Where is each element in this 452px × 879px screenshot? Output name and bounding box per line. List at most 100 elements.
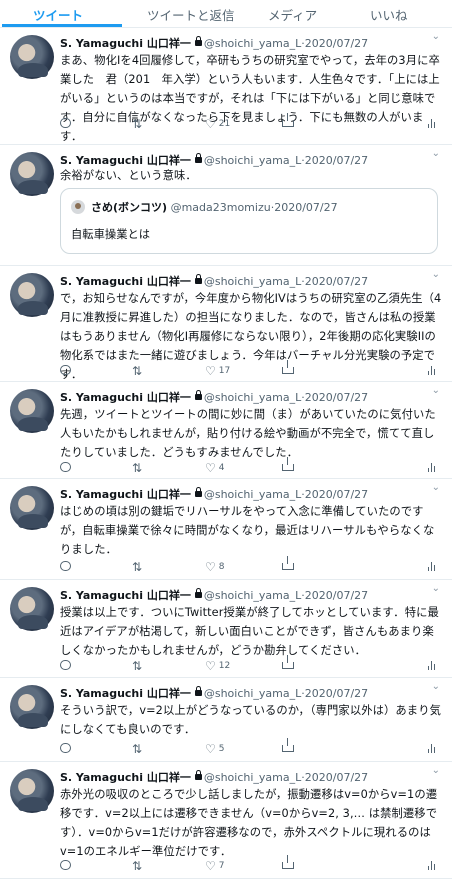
like-button[interactable]: ♡ 5: [205, 743, 225, 755]
analytics-bar: [433, 466, 435, 472]
tweet[interactable]: S. Yamaguchi 山口祥一 @shoichi_yama_L·2020/07…: [0, 478, 452, 580]
tweet[interactable]: S. Yamaguchi 山口祥一 @shoichi_yama_L·2020/07…: [0, 27, 452, 145]
tweet[interactable]: S. Yamaguchi 山口祥一 @shoichi_yama_L·2020/07…: [0, 677, 452, 762]
retweet-button[interactable]: ⇅: [132, 561, 145, 573]
reply-button[interactable]: [60, 462, 74, 472]
reply-button[interactable]: [60, 660, 74, 670]
avatar[interactable]: [10, 389, 54, 433]
chevron-down-icon[interactable]: ⌄: [432, 681, 440, 692]
tweet[interactable]: S. Yamaguchi 山口祥一 @shoichi_yama_L·2020/07…: [0, 381, 452, 479]
share-button[interactable]: [282, 855, 294, 869]
tweet-date[interactable]: 2020/07/27: [305, 275, 368, 288]
retweet-button[interactable]: ⇅: [132, 462, 145, 474]
share-button[interactable]: [282, 360, 294, 374]
tweet[interactable]: S. Yamaguchi 山口祥一 @shoichi_yama_L·2020/07…: [0, 579, 452, 678]
tweet-date[interactable]: 2020/07/27: [305, 391, 368, 404]
tweet-date[interactable]: 2020/07/27: [305, 37, 368, 50]
analytics-button[interactable]: [428, 462, 435, 472]
tweet-actions: ⇅ ♡ 5: [60, 738, 440, 757]
reply-button[interactable]: [60, 365, 74, 375]
analytics-bar: [430, 119, 433, 128]
reply-button[interactable]: [60, 743, 74, 753]
tweet-header: S. Yamaguchi 山口祥一 @shoichi_yama_L·2020/07…: [60, 273, 368, 289]
share-button[interactable]: [282, 113, 294, 127]
analytics-button[interactable]: [428, 561, 435, 571]
chevron-down-icon[interactable]: ⌄: [432, 482, 440, 493]
like-button[interactable]: ♡ 4: [205, 462, 225, 474]
share-button[interactable]: [282, 556, 294, 570]
tweet-date[interactable]: 2020/07/27: [305, 687, 368, 700]
author-name[interactable]: S. Yamaguchi 山口祥一: [60, 275, 191, 288]
retweet-button[interactable]: ⇅: [132, 860, 145, 872]
analytics-bar: [430, 661, 433, 670]
tweet[interactable]: S. Yamaguchi 山口祥一 @shoichi_yama_L·2020/07…: [0, 144, 452, 266]
tweet-date[interactable]: 2020/07/27: [305, 488, 368, 501]
tab-media[interactable]: メディア: [268, 5, 317, 24]
chevron-down-icon[interactable]: ⌄: [432, 31, 440, 42]
retweet-button[interactable]: ⇅: [132, 743, 145, 755]
retweet-button[interactable]: ⇅: [132, 365, 145, 377]
author-handle[interactable]: @shoichi_yama_L: [204, 771, 301, 784]
author-name[interactable]: S. Yamaguchi 山口祥一: [60, 589, 191, 602]
author-name[interactable]: S. Yamaguchi 山口祥一: [60, 391, 191, 404]
author-handle[interactable]: @shoichi_yama_L: [204, 37, 301, 50]
tweet[interactable]: S. Yamaguchi 山口祥一 @shoichi_yama_L·2020/07…: [0, 761, 452, 879]
tweet-text: 赤外光の吸収のところで少し話しましたが，振動遷移はv=0からv=1の遷移です．v…: [60, 788, 438, 858]
tab-tweets[interactable]: ツイート: [33, 5, 83, 24]
author-name[interactable]: S. Yamaguchi 山口祥一: [60, 771, 191, 784]
chevron-down-icon[interactable]: ⌄: [432, 269, 440, 280]
author-name[interactable]: S. Yamaguchi 山口祥一: [60, 488, 191, 501]
reply-button[interactable]: [60, 118, 74, 128]
quoted-tweet[interactable]: さめ(ボンコツ) @mada23momizu·2020/07/27 自転車操業とは: [60, 188, 438, 254]
like-button[interactable]: ♡ 17: [205, 365, 230, 377]
analytics-button[interactable]: [428, 660, 435, 670]
quoted-date: 2020/07/27: [274, 201, 338, 214]
tweet-date[interactable]: 2020/07/27: [305, 589, 368, 602]
share-icon: [282, 655, 294, 669]
like-button[interactable]: ♡ 12: [205, 660, 230, 672]
tab-likes[interactable]: いいね: [370, 5, 408, 24]
retweet-button[interactable]: ⇅: [132, 660, 145, 672]
like-button[interactable]: ♡ 21: [205, 118, 230, 130]
reply-button[interactable]: [60, 561, 74, 571]
avatar[interactable]: [10, 769, 54, 813]
chevron-down-icon[interactable]: ⌄: [432, 765, 440, 776]
avatar[interactable]: [10, 587, 54, 631]
like-button[interactable]: ♡ 7: [205, 860, 225, 872]
author-handle[interactable]: @shoichi_yama_L: [204, 687, 301, 700]
analytics-button[interactable]: [428, 743, 435, 753]
retweet-icon: ⇅: [132, 560, 143, 574]
analytics-button[interactable]: [428, 860, 435, 870]
author-name[interactable]: S. Yamaguchi 山口祥一: [60, 37, 191, 50]
heart-icon: ♡: [205, 117, 216, 131]
share-button[interactable]: [282, 457, 294, 471]
avatar[interactable]: [10, 273, 54, 317]
author-handle[interactable]: @shoichi_yama_L: [204, 391, 301, 404]
analytics-bar: [428, 666, 430, 670]
share-icon: [282, 113, 294, 127]
share-button[interactable]: [282, 655, 294, 669]
author-name[interactable]: S. Yamaguchi 山口祥一: [60, 687, 191, 700]
tab-tweets-and-replies[interactable]: ツイートと返信: [147, 5, 235, 24]
like-count: 21: [218, 119, 231, 129]
retweet-button[interactable]: ⇅: [132, 118, 145, 130]
tweet-actions: ⇅ ♡ 17: [60, 360, 440, 379]
author-handle[interactable]: @shoichi_yama_L: [204, 275, 301, 288]
like-button[interactable]: ♡ 8: [205, 561, 225, 573]
tweet[interactable]: S. Yamaguchi 山口祥一 @shoichi_yama_L·2020/07…: [0, 265, 452, 382]
avatar[interactable]: [10, 152, 54, 196]
chevron-down-icon[interactable]: ⌄: [432, 148, 440, 159]
share-button[interactable]: [282, 738, 294, 752]
avatar[interactable]: [10, 685, 54, 729]
avatar[interactable]: [10, 486, 54, 530]
tweet-actions: ⇅ ♡ 4: [60, 457, 440, 476]
avatar[interactable]: [10, 35, 54, 79]
author-handle[interactable]: @shoichi_yama_L: [204, 488, 301, 501]
tweet-date[interactable]: 2020/07/27: [305, 771, 368, 784]
chevron-down-icon[interactable]: ⌄: [432, 385, 440, 396]
chevron-down-icon[interactable]: ⌄: [432, 583, 440, 594]
analytics-button[interactable]: [428, 118, 435, 128]
author-handle[interactable]: @shoichi_yama_L: [204, 589, 301, 602]
reply-button[interactable]: [60, 860, 74, 870]
analytics-button[interactable]: [428, 365, 435, 375]
